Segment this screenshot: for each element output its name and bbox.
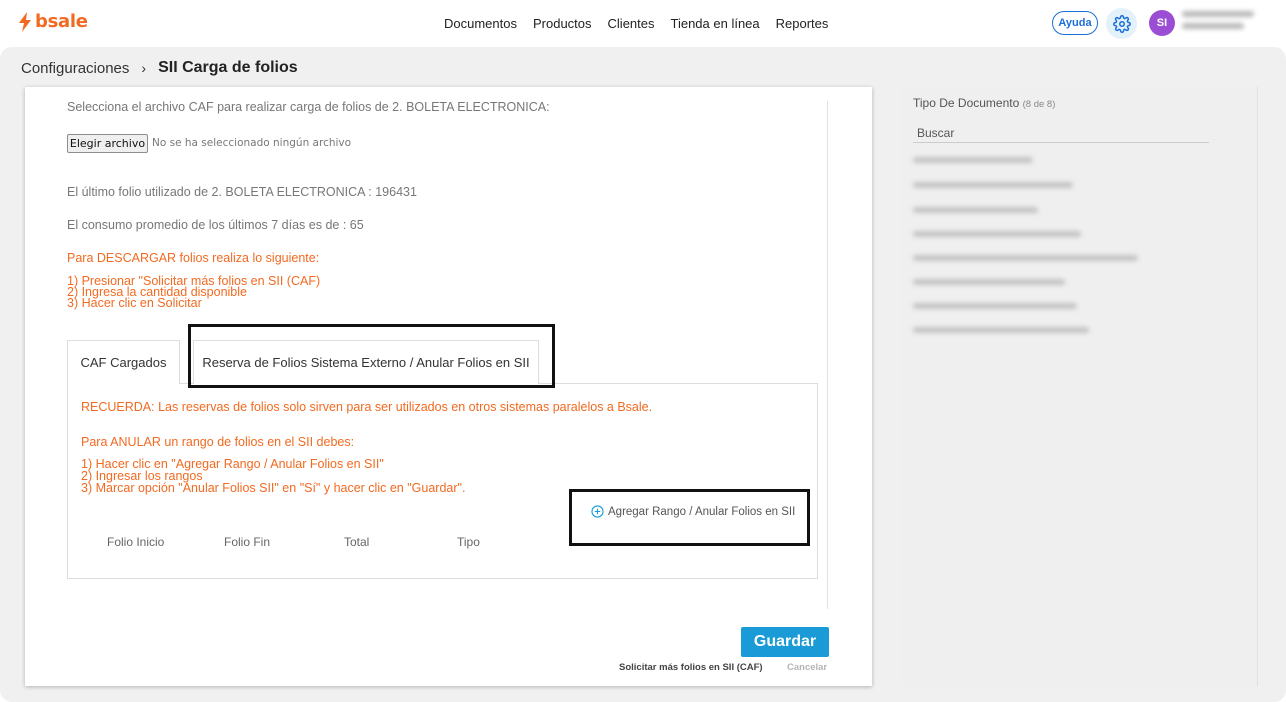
- document-type-item-redacted[interactable]: [913, 231, 1081, 237]
- settings-button[interactable]: [1106, 8, 1137, 39]
- document-type-item-redacted[interactable]: [913, 303, 1077, 309]
- column-header-total: Total: [344, 535, 370, 549]
- reminder-text: RECUERDA: Las reservas de folios solo si…: [81, 400, 653, 414]
- user-info-redacted[interactable]: [1182, 11, 1262, 35]
- document-type-item-redacted[interactable]: [913, 327, 1089, 333]
- document-type-item-redacted[interactable]: [913, 207, 1038, 213]
- user-avatar[interactable]: SI: [1149, 10, 1175, 36]
- chevron-right-icon: ›: [141, 60, 147, 76]
- column-header-tipo: Tipo: [457, 535, 480, 549]
- add-range-highlight-box: [569, 489, 810, 546]
- tab-caf-cargados[interactable]: CAF Cargados: [67, 340, 180, 384]
- column-header-folio-fin: Folio Fin: [224, 535, 271, 549]
- sidebar-title: Tipo De Documento (8 de 8): [913, 96, 1055, 110]
- nav-item-productos[interactable]: Productos: [533, 16, 592, 31]
- choose-file-button[interactable]: Elegir archivo: [67, 134, 148, 153]
- sidebar-title-text: Tipo De Documento: [913, 96, 1020, 110]
- document-type-item-redacted[interactable]: [913, 279, 1065, 285]
- top-navbar: bsale Documentos Productos Clientes Tien…: [0, 0, 1286, 47]
- help-button[interactable]: Ayuda: [1052, 11, 1098, 35]
- document-type-item-redacted[interactable]: [913, 182, 1073, 188]
- bolt-icon: [19, 11, 31, 32]
- cancel-heading: Para ANULAR un rango de folios en el SII…: [81, 435, 355, 449]
- download-heading: Para DESCARGAR folios realiza lo siguien…: [67, 251, 320, 265]
- tab-highlight-box: [188, 324, 555, 388]
- brand-name: bsale: [35, 11, 88, 32]
- card-divider: [827, 101, 828, 609]
- main-nav: Documentos Productos Clientes Tienda en …: [444, 16, 828, 31]
- nav-item-documentos[interactable]: Documentos: [444, 16, 517, 31]
- sidebar-count: (8 de 8): [1022, 99, 1056, 110]
- bsale-logo[interactable]: bsale: [18, 11, 88, 32]
- cancel-step-3: 3) Marcar opción "Anular Folios SII" en …: [81, 481, 466, 495]
- document-type-item-redacted[interactable]: [913, 157, 1033, 163]
- request-caf-link[interactable]: Solicitar más folios en SII (CAF): [619, 662, 763, 673]
- cancel-link[interactable]: Cancelar: [787, 662, 827, 673]
- save-button[interactable]: Guardar: [741, 627, 829, 657]
- nav-item-tienda-en-linea[interactable]: Tienda en línea: [671, 16, 760, 31]
- last-folio-text: El último folio utilizado de 2. BOLETA E…: [67, 185, 417, 199]
- gear-icon: [1112, 14, 1131, 33]
- document-type-sidebar: [902, 87, 1258, 686]
- avg-consumption-text: El consumo promedio de los últimos 7 día…: [67, 218, 364, 232]
- search-input[interactable]: Buscar: [913, 124, 1209, 143]
- download-step-3: 3) Hacer clic en Solicitar: [67, 296, 202, 310]
- breadcrumb: Configuraciones › SII Carga de folios: [21, 59, 298, 77]
- nav-item-clientes[interactable]: Clientes: [608, 16, 655, 31]
- nav-item-reportes[interactable]: Reportes: [776, 16, 829, 31]
- document-type-item-redacted[interactable]: [913, 255, 1138, 261]
- no-file-text: No se ha seleccionado ningún archivo: [152, 137, 352, 149]
- breadcrumb-parent[interactable]: Configuraciones: [21, 60, 129, 77]
- select-caf-instruction: Selecciona el archivo CAF para realizar …: [67, 100, 550, 114]
- column-header-folio-inicio: Folio Inicio: [107, 535, 165, 549]
- page-title: SII Carga de folios: [158, 59, 298, 76]
